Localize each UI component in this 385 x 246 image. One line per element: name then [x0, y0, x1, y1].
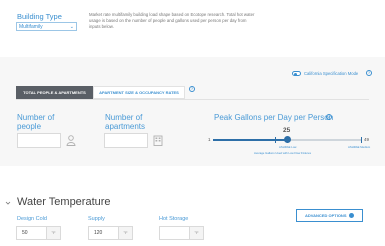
unit-label: °F: [46, 227, 60, 239]
spec-mode-label: California Specification Mode: [304, 71, 359, 76]
help-icon[interactable]: ?: [366, 70, 372, 76]
chevron-down-icon[interactable]: [5, 200, 11, 206]
design-cold-label: Design Cold: [17, 216, 47, 222]
supply-label: Supply: [88, 216, 105, 222]
unit-label: °F: [189, 227, 203, 239]
help-icon[interactable]: ?: [189, 86, 195, 92]
people-label: Number of people: [17, 113, 55, 131]
hot-storage-input[interactable]: °F: [159, 226, 204, 240]
supply-input[interactable]: 120 °F: [88, 226, 133, 240]
building-type-label: Building Type: [17, 12, 62, 21]
supply-value: 120: [94, 230, 103, 236]
people-input[interactable]: [17, 133, 61, 148]
hot-storage-label: Hot Storage: [159, 216, 189, 222]
building-type-select[interactable]: Multifamily ⌄: [16, 22, 77, 31]
slider-tick-ashrae-medium: [361, 137, 362, 143]
person-icon: [66, 135, 76, 146]
building-description: Market rate multifamily building load sh…: [89, 12, 255, 29]
tick-label-ashrae-medium: ASHRAE Medium: [348, 145, 371, 149]
building-icon: [153, 135, 163, 146]
apartments-label: Number of apartments: [105, 113, 146, 131]
building-type-value: Multifamily: [19, 24, 43, 30]
tick-label-ashrae-low: ASHRAE Low: [279, 145, 297, 149]
gear-icon: [349, 213, 354, 218]
gallons-value: 25: [283, 127, 291, 134]
tab-apartment-size[interactable]: APARTMENT SIZE & OCCUPANCY RATES: [93, 86, 185, 99]
gallons-title: Peak Gallons per Day per Person: [214, 113, 334, 122]
design-cold-value: 50: [22, 230, 28, 236]
unit-label: °F: [118, 227, 132, 239]
tick-label-low-flow: Average Gallons Used with Low Flow Fixtu…: [254, 151, 311, 155]
gallons-slider-thumb[interactable]: [283, 136, 291, 143]
chevron-down-icon: ⌄: [69, 24, 74, 30]
water-temperature-title: Water Temperature: [17, 196, 111, 208]
tab-divider: [16, 99, 369, 100]
design-cold-input[interactable]: 50 °F: [16, 226, 61, 240]
spec-mode-toggle[interactable]: [292, 71, 301, 76]
help-icon[interactable]: ?: [326, 114, 332, 120]
slider-tick-low-flow: [275, 137, 277, 143]
slider-min-label: 1: [208, 137, 211, 142]
advanced-options-button[interactable]: ADVANCED OPTIONS: [296, 209, 363, 222]
tab-total-people[interactable]: TOTAL PEOPLE & APARTMENTS: [16, 86, 93, 99]
apartments-input[interactable]: [104, 133, 148, 148]
advanced-options-label: ADVANCED OPTIONS: [305, 213, 347, 218]
slider-max-label: 49: [364, 137, 370, 142]
